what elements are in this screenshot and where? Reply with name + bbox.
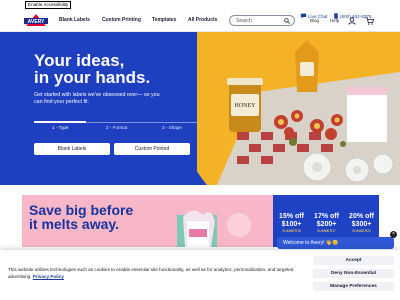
offer-17: 17% off $200+ SUMMER17 <box>314 213 339 233</box>
blank-labels-button[interactable]: Blank Labels <box>34 143 110 155</box>
offer-20: 20% off $300+ SUMMER20 <box>349 213 374 233</box>
search-box[interactable]: Search <box>229 15 295 26</box>
hero-subtitle: Get started with labels we've obsessed o… <box>34 92 160 105</box>
search-icon[interactable] <box>284 18 290 24</box>
cart-icon[interactable] <box>365 17 374 25</box>
nav-all-products[interactable]: All Products <box>188 17 217 23</box>
hero-product-photo: HONEY <box>197 32 400 185</box>
account-icon[interactable] <box>348 17 356 25</box>
step-shape[interactable]: 3 - Shape <box>162 125 182 130</box>
chat-welcome-widget[interactable]: Welcome to Avery! 👋😊 <box>277 237 394 249</box>
deny-non-essential-button[interactable]: Deny Non-Essential <box>313 269 394 278</box>
step-progress-indicator <box>34 121 86 123</box>
promo-ice-cream-image <box>177 195 273 247</box>
brand-name: AVERY <box>28 19 45 25</box>
hero-banner: Your ideas, in your hands. Get started w… <box>0 32 400 185</box>
manage-preferences-button[interactable]: Manage Preferences <box>313 282 394 291</box>
custom-printed-button[interactable]: Custom Printed <box>114 143 190 155</box>
nav-custom-printing[interactable]: Custom Printing <box>102 17 141 23</box>
product-finder-steps: 1 - Type 2 - Format 3 - Shape <box>34 121 202 136</box>
chat-bubble-icon[interactable] <box>300 13 307 19</box>
site-header: AVERY Blank Labels Custom Printing Templ… <box>0 10 400 32</box>
cookie-message: This website utilizes technologies such … <box>8 267 294 279</box>
promo-title: Save big before it melts away. <box>29 202 134 232</box>
nav-blank-labels[interactable]: Blank Labels <box>59 17 90 23</box>
accept-button[interactable]: Accept <box>313 256 394 265</box>
nav-templates[interactable]: Templates <box>152 17 176 23</box>
hero-title: Your ideas, in your hands. <box>34 51 151 87</box>
accessibility-bar: Enable Accessibility <box>0 0 400 10</box>
privacy-policy-link[interactable]: Privacy Policy <box>33 274 64 279</box>
step-type[interactable]: 1 - Type <box>52 125 69 130</box>
close-icon[interactable]: × <box>390 231 397 238</box>
offer-15: 15% off $100+ SUMMER15 <box>279 213 304 233</box>
help-link[interactable]: Help <box>330 18 339 23</box>
step-format[interactable]: 2 - Format <box>106 125 127 130</box>
blog-link[interactable]: Blog <box>310 18 319 23</box>
cookie-consent-banner: This website utilizes technologies such … <box>0 250 400 300</box>
honey-jar-label: HONEY <box>235 103 257 109</box>
search-placeholder: Search <box>236 18 252 24</box>
avery-logo[interactable]: AVERY <box>24 12 48 30</box>
enable-accessibility-button[interactable]: Enable Accessibility <box>25 1 72 9</box>
